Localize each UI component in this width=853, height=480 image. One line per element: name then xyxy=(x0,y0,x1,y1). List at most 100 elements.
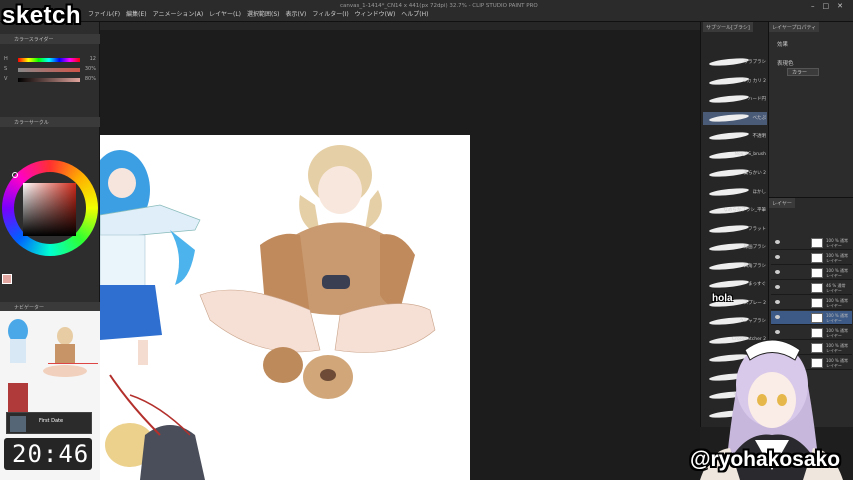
brush-item[interactable]: クシャブラシ xyxy=(703,315,767,328)
layer-info: 46 % 通常 レイヤー xyxy=(826,283,845,293)
layer-name: レイヤー xyxy=(826,258,842,263)
brush-name: ハード円 xyxy=(748,97,766,102)
slider-label: V xyxy=(4,76,8,82)
brush-name: ミカ カリ 2 xyxy=(742,78,766,84)
brush-item[interactable]: 不透明 xyxy=(703,130,767,143)
brush-item[interactable]: 線画ブラシ xyxy=(703,241,767,254)
brush-item[interactable]: ほかし xyxy=(703,186,767,199)
brush-name: クシャブラシ xyxy=(739,319,766,324)
hue-marker[interactable] xyxy=(12,172,18,178)
layer-row[interactable]: 100 % 通常 レイヤー xyxy=(771,296,852,310)
slider-label: H xyxy=(4,56,8,62)
brush-stroke-preview xyxy=(708,112,750,123)
brush-name: Nox_PS_brush xyxy=(734,151,766,157)
brush-item[interactable]: ハード円 xyxy=(703,93,767,106)
brush-item[interactable]: 四角ブラシ xyxy=(703,260,767,273)
minimize-icon[interactable]: – xyxy=(811,2,815,10)
color-slider-row: H 12 xyxy=(4,56,96,63)
layer-thumbnail xyxy=(811,283,823,293)
slider-value: 30% xyxy=(84,66,96,72)
color-wheel-title: カラーサークル xyxy=(0,117,100,127)
brush-item[interactable]: まっすぐ xyxy=(703,278,767,291)
visibility-eye-icon[interactable] xyxy=(775,300,780,304)
visibility-eye-icon[interactable] xyxy=(775,285,780,289)
menu-item[interactable]: ウィンドウ(W) xyxy=(355,9,396,18)
layer-row[interactable]: 100 % 通常 レイヤー xyxy=(771,251,852,265)
menu-item[interactable]: 編集(E) xyxy=(126,9,146,18)
menu-item[interactable]: 選択範囲(S) xyxy=(247,9,280,18)
chat-message: hola xyxy=(712,293,733,304)
brush-name: なめらかブラシ_平筆 xyxy=(723,208,766,213)
timer-text: 20:46 xyxy=(12,440,90,468)
brush-name: 線画ブラシ xyxy=(743,245,766,250)
album-art xyxy=(10,416,26,432)
layer-row[interactable]: 100 % 通常 レイヤー xyxy=(771,266,852,280)
brush-item[interactable]: Nox_PS_brush xyxy=(703,149,767,162)
now-playing-card: First Date xyxy=(6,412,92,434)
menu-item[interactable]: ヘルプ(H) xyxy=(401,9,428,18)
brush-name: フラット xyxy=(748,226,766,232)
brush-name: 不透明 xyxy=(752,134,767,139)
drawing-canvas[interactable] xyxy=(100,135,470,480)
visibility-eye-icon[interactable] xyxy=(775,240,780,244)
menu-item[interactable]: フィルター(I) xyxy=(312,9,348,18)
visibility-eye-icon[interactable] xyxy=(775,255,780,259)
close-icon[interactable]: ✕ xyxy=(837,2,843,10)
tab-sub-tool[interactable]: サブツール[ブラシ] xyxy=(703,22,753,32)
brush-name: ベたぷ xyxy=(752,115,767,121)
slider-track[interactable] xyxy=(18,68,80,72)
brush-name: ほかし xyxy=(752,189,767,195)
layer-row[interactable]: 100 % 通常 レイヤー xyxy=(771,236,852,250)
layer-thumbnail xyxy=(811,238,823,248)
brush-item[interactable]: ベたぷ xyxy=(703,111,767,125)
brush-name: まっすぐ xyxy=(748,282,766,287)
menu-item[interactable]: アニメーション(A) xyxy=(153,9,204,18)
song-title: First Date xyxy=(39,418,64,424)
layer-thumbnail xyxy=(811,268,823,278)
brush-item[interactable]: フラット xyxy=(703,223,767,236)
brush-stroke-preview xyxy=(708,186,750,197)
layer-row[interactable]: 100 % 通常 レイヤー xyxy=(771,311,852,325)
layer-name: レイヤー xyxy=(826,288,842,293)
slider-label: S xyxy=(4,66,8,72)
property-panel: レイヤープロパティ 効果 表現色 カラー xyxy=(768,22,853,197)
brush-name: 四角ブラシ xyxy=(743,263,766,269)
current-color-swatch[interactable] xyxy=(2,274,12,284)
brush-stroke-preview xyxy=(708,93,750,105)
layer-name: レイヤー xyxy=(826,318,842,323)
tab-layer-property[interactable]: レイヤープロパティ xyxy=(769,22,820,32)
color-slider-row: V 80% xyxy=(4,76,96,83)
saturation-value-square[interactable] xyxy=(23,183,76,236)
brush-item[interactable]: サラブラシ xyxy=(703,56,767,69)
menu-item[interactable]: 表示(V) xyxy=(286,9,307,18)
menu-bar: ファイル(F) 編集(E) アニメーション(A) レイヤー(L) 選択範囲(S) 表示(V… xyxy=(0,0,853,22)
visibility-eye-icon[interactable] xyxy=(775,270,780,274)
color-slider-row: S 30% xyxy=(4,66,96,73)
layer-thumbnail xyxy=(811,298,823,308)
brush-stroke-preview xyxy=(708,130,750,142)
maximize-icon[interactable]: □ xyxy=(823,2,830,10)
layer-thumbnail xyxy=(811,253,823,263)
layer-info: 100 % 通常 レイヤー xyxy=(826,298,848,308)
menu-item[interactable]: レイヤー(L) xyxy=(209,9,241,18)
stream-timer: 20:46 xyxy=(4,438,92,470)
brush-name: スプレー 2 xyxy=(743,300,766,306)
layer-info: 100 % 通常 レイヤー xyxy=(826,268,848,278)
menu-item[interactable]: ファイル(F) xyxy=(88,9,120,18)
visibility-eye-icon[interactable] xyxy=(775,315,780,319)
brush-item[interactable]: 柔らかい 2 xyxy=(703,167,767,180)
brush-item[interactable]: ミカ カリ 2 xyxy=(703,75,767,88)
stream-title: sketch xyxy=(2,2,82,29)
slider-track[interactable] xyxy=(18,58,80,62)
layer-row[interactable]: 46 % 通常 レイヤー xyxy=(771,281,852,295)
document-title: canvas_1-1414*_CN14 x 441(px 72dpi) 32.7… xyxy=(340,3,538,9)
color-mode-select[interactable]: カラー xyxy=(787,68,819,76)
artwork xyxy=(100,145,436,480)
layer-name: レイヤー xyxy=(826,243,842,248)
slider-value: 80% xyxy=(84,76,96,82)
slider-track[interactable] xyxy=(18,78,80,82)
slider-value: 12 xyxy=(89,56,96,62)
brush-item[interactable]: なめらかブラシ_平筆 xyxy=(703,204,767,217)
brush-stroke-preview xyxy=(708,278,750,290)
tab-layer[interactable]: レイヤー xyxy=(769,198,795,208)
